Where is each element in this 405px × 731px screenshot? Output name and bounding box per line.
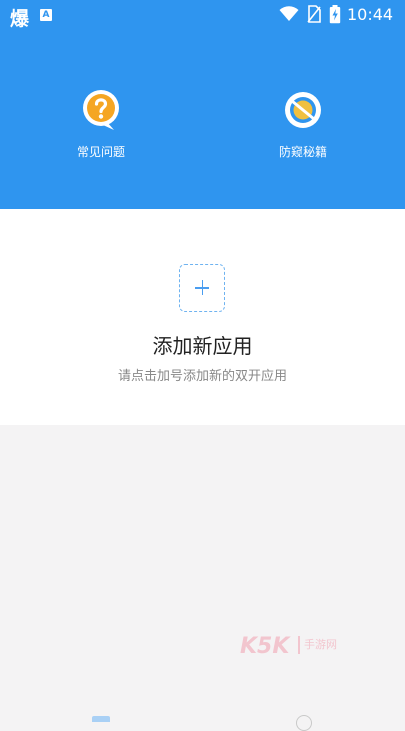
status-bar: 爆 A 10:44 <box>0 0 405 30</box>
svg-text:K5K: K5K <box>240 634 291 658</box>
battery-charging-icon <box>329 5 341 24</box>
faq-label: 常见问题 <box>76 145 125 159</box>
add-app-hint: 请点击加号添加新的双开应用 <box>117 369 287 384</box>
add-app-title: 添加新应用 <box>152 334 253 358</box>
notification-app-icon: 爆 <box>10 8 30 30</box>
add-app-card: 添加新应用 请点击加号添加新的双开应用 <box>0 209 405 425</box>
watermark-logo: K5K 手游网 <box>240 632 350 659</box>
k5k-logo-icon: K5K 手游网 <box>240 634 337 659</box>
question-bubble-icon <box>83 90 119 130</box>
add-app-button[interactable] <box>179 264 225 312</box>
plus-icon-stem <box>201 280 203 295</box>
svg-text:手游网: 手游网 <box>304 637 337 651</box>
notification-badge-icon: A <box>40 9 52 21</box>
no-sim-icon <box>307 5 321 23</box>
wifi-icon <box>279 6 299 21</box>
faq-shortcut[interactable]: 常见问题 <box>46 89 156 160</box>
bottom-navigation <box>0 712 405 731</box>
profile-tab-icon[interactable] <box>296 715 312 731</box>
no-peek-icon <box>285 92 321 128</box>
clock: 10:44 <box>347 5 394 24</box>
anti-peek-tips-shortcut[interactable]: 防窥秘籍 <box>248 89 358 160</box>
apps-tab-icon[interactable] <box>92 716 110 722</box>
top-banner: 爆 A 10:44 常见问题 防窥秘籍 <box>0 0 405 209</box>
anti-peek-tips-label: 防窥秘籍 <box>278 145 327 159</box>
